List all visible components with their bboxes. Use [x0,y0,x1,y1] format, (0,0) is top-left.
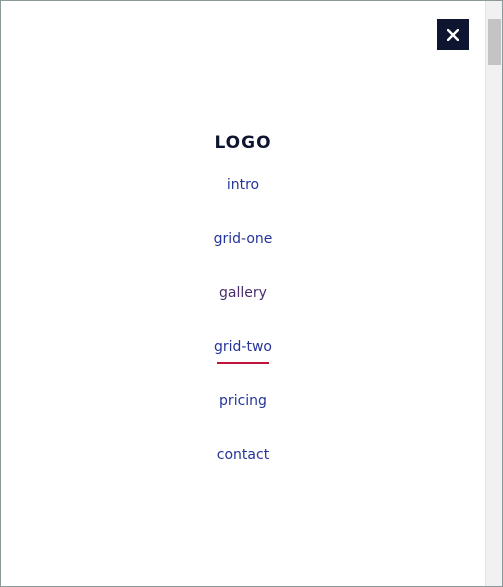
nav-link-contact[interactable]: contact [217,444,269,466]
nav-link-intro[interactable]: intro [227,174,259,196]
close-icon [447,28,459,41]
nav-item-intro: intro [1,174,485,228]
nav-link-gallery[interactable]: gallery [219,282,267,304]
close-button[interactable] [437,19,469,50]
nav-item-gallery: gallery [1,282,485,336]
nav-link-grid-two[interactable]: grid-two [214,336,272,364]
nav-link-grid-one[interactable]: grid-one [214,228,273,250]
nav-item-grid-one: grid-one [1,228,485,282]
menu-overlay: LOGO intro grid-one gallery grid-two pri… [0,0,503,587]
nav-item-contact: contact [1,444,485,498]
scrollbar-thumb[interactable] [488,19,501,65]
nav-item-pricing: pricing [1,390,485,444]
nav-item-grid-two: grid-two [1,336,485,390]
nav-menu: intro grid-one gallery grid-two pricing … [1,174,485,498]
vertical-scrollbar[interactable] [485,1,502,586]
nav-link-pricing[interactable]: pricing [219,390,267,412]
logo[interactable]: LOGO [1,133,485,153]
